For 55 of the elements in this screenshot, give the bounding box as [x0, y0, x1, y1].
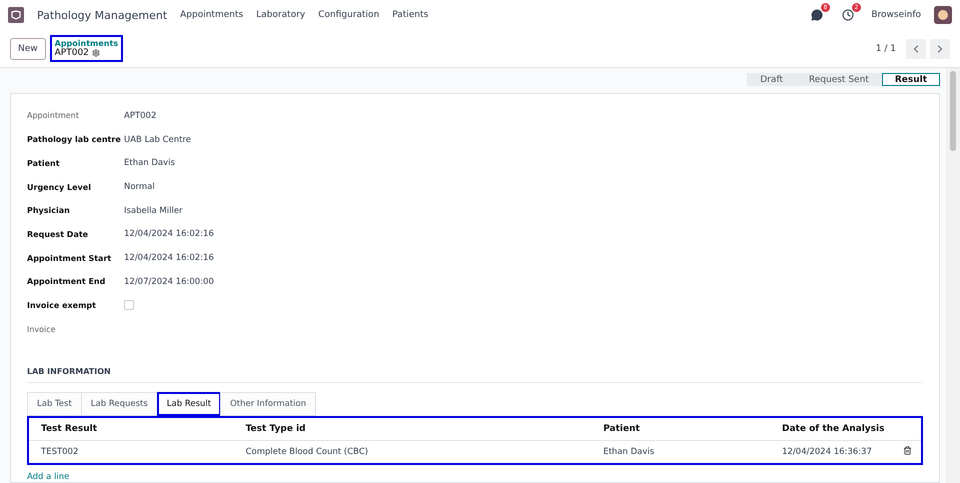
menu-item[interactable]: Appointments — [180, 10, 244, 20]
user-name[interactable]: Browseinfo — [871, 10, 921, 20]
settings-icon[interactable] — [92, 49, 100, 57]
field-value[interactable]: 12/04/2024 16:02:16 — [124, 229, 214, 240]
table-cell: Ethan Davis — [591, 440, 770, 464]
table-cell: TEST002 — [28, 440, 234, 464]
avatar-icon[interactable] — [934, 6, 952, 24]
table-cell: 12/04/2024 16:36:37 — [770, 440, 902, 464]
app-logo-icon — [8, 7, 24, 23]
field-label: Physician — [27, 206, 71, 216]
menu-item[interactable]: Configuration — [318, 10, 380, 20]
field-value[interactable]: Ethan Davis — [124, 158, 175, 168]
field-value[interactable]: 12/04/2024 16:02:16 — [124, 253, 214, 264]
scrollbar-thumb[interactable] — [950, 71, 956, 151]
chat-icon[interactable] — [811, 9, 824, 21]
record-name: APT002 — [54, 48, 89, 58]
menu-item[interactable]: Laboratory — [256, 10, 306, 20]
status-step[interactable]: Request Sent — [796, 73, 882, 86]
field-value[interactable]: 12/07/2024 16:00:00 — [124, 276, 214, 287]
tab[interactable]: Lab Test — [27, 392, 82, 416]
column-header[interactable]: Test Type id — [234, 417, 592, 440]
field-value[interactable]: APT002 — [124, 110, 156, 121]
column-header[interactable]: Test Result — [28, 417, 234, 440]
field-value[interactable]: Normal — [124, 182, 155, 192]
checkbox[interactable] — [124, 300, 134, 310]
field-value[interactable]: UAB Lab Centre — [124, 134, 192, 145]
menu-item[interactable]: Patients — [392, 10, 428, 20]
field-label: Patient — [27, 158, 61, 168]
breadcrumb-link[interactable]: Appointments — [54, 39, 118, 48]
field-label: Appointment End — [27, 277, 106, 286]
next-button[interactable] — [930, 38, 950, 58]
tab[interactable]: Lab Requests — [80, 392, 158, 416]
field-label: Pathology lab centre — [27, 135, 122, 144]
app-name: Pathology Management — [37, 8, 168, 22]
field-label: Invoice — [27, 324, 57, 334]
tab[interactable]: Other Information — [220, 392, 316, 416]
field-label: Appointment — [27, 111, 80, 120]
field-value[interactable]: Isabella Miller — [124, 206, 183, 216]
field-label: Appointment Start — [27, 254, 112, 263]
column-header[interactable]: Date of the Analysis — [770, 417, 922, 440]
table-cell: Complete Blood Count (CBC) — [234, 440, 592, 464]
field-label: Urgency Level — [27, 182, 92, 192]
pager-text: 1 / 1 — [876, 44, 896, 54]
section-title: LAB INFORMATION — [27, 367, 923, 383]
field-label: Request Date — [27, 230, 90, 239]
previous-button[interactable] — [906, 38, 926, 58]
status-step[interactable]: Draft — [747, 73, 796, 86]
tab[interactable]: Lab Result — [156, 392, 222, 416]
add-line-link[interactable]: Add a line — [27, 472, 923, 482]
new-button[interactable]: New — [10, 38, 46, 60]
status-step[interactable]: Result — [882, 73, 940, 86]
field-label: Invoice exempt — [27, 300, 97, 310]
delete-icon[interactable] — [903, 446, 912, 455]
clock-icon[interactable] — [842, 9, 854, 21]
column-header[interactable]: Patient — [591, 417, 770, 440]
